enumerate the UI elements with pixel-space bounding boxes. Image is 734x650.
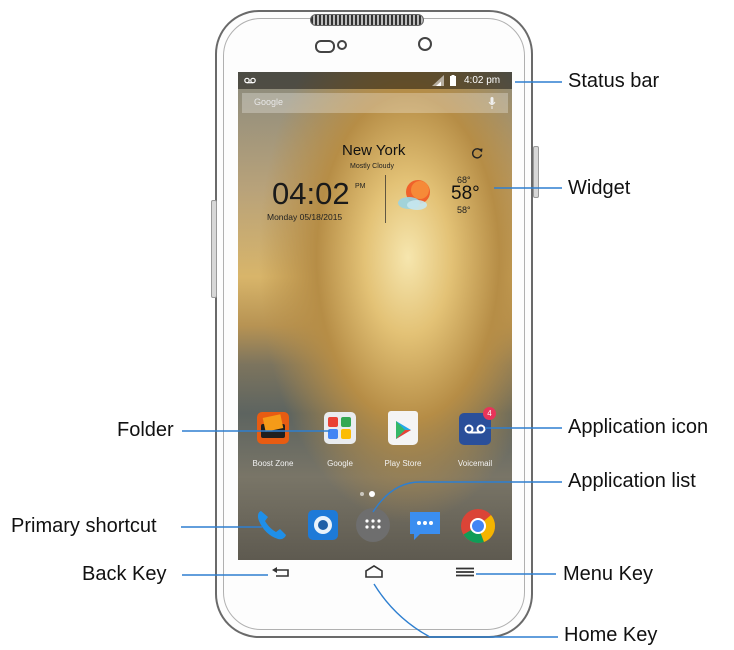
leader-lines [181,81,562,638]
callout-home-key: Home Key [564,624,658,646]
callout-back-key: Back Key [82,563,167,585]
callout-widget: Widget [568,177,631,199]
leader-home-key [373,583,558,638]
callout-primary-shortcut: Primary shortcut [11,515,157,537]
callout-folder: Folder [117,419,174,441]
callout-application-icon: Application icon [568,416,709,438]
callout-status-bar: Status bar [568,70,660,92]
leader-application-list [372,481,562,513]
callout-application-list: Application list [568,470,696,492]
callout-menu-key: Menu Key [563,563,654,585]
